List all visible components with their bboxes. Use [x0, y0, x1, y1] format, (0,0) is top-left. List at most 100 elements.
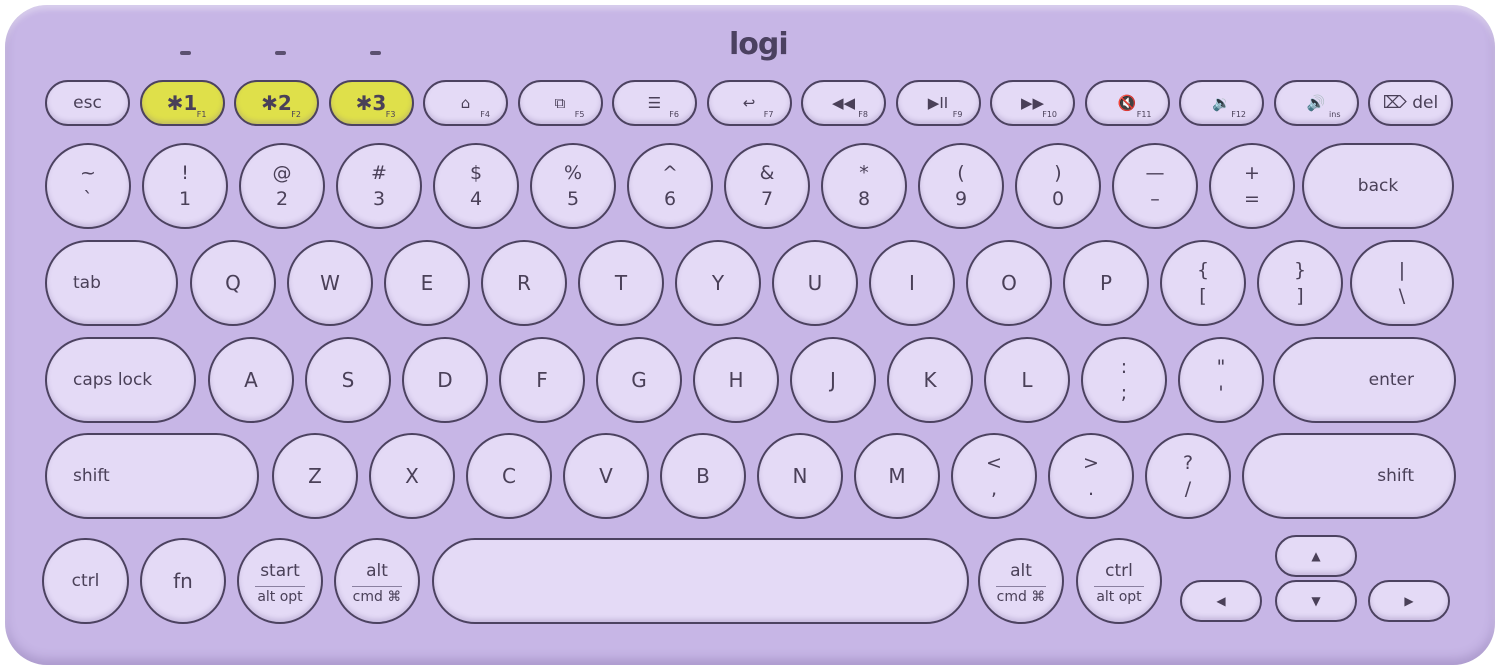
key-arrow-right[interactable]: ▶: [1368, 580, 1450, 622]
key-symbol[interactable]: " ': [1178, 337, 1264, 423]
key-ctrl[interactable]: ctrl: [42, 538, 129, 624]
key-esc[interactable]: esc: [45, 80, 130, 126]
key-j[interactable]: J: [790, 337, 876, 423]
key-symbol[interactable]: 🔇 F11: [1084, 80, 1170, 126]
key-alt-opt[interactable]: ctrl alt opt: [1076, 538, 1162, 624]
key-z[interactable]: Z: [272, 433, 358, 519]
key-c[interactable]: C: [466, 433, 552, 519]
key-e[interactable]: E: [384, 240, 470, 326]
key-l[interactable]: L: [984, 337, 1070, 423]
key-9[interactable]: (9: [918, 143, 1004, 229]
key-b[interactable]: B: [660, 433, 746, 519]
key-7[interactable]: & 7: [724, 143, 810, 229]
key-t[interactable]: T: [578, 240, 664, 326]
fast-forward-icon: ▶▶: [1020, 94, 1045, 112]
key-5[interactable]: % 5: [530, 143, 616, 229]
key-h[interactable]: H: [693, 337, 779, 423]
key-s[interactable]: S: [305, 337, 391, 423]
key-label: T: [614, 271, 628, 295]
key-symbol[interactable]: — –: [1112, 143, 1198, 229]
key-symbol[interactable]: ☰ F6: [612, 80, 697, 126]
key-0[interactable]: ) 0: [1015, 143, 1101, 229]
key-symbol[interactable]: :;: [1081, 337, 1167, 423]
key-top-label: @: [272, 162, 292, 184]
key-back[interactable]: back: [1302, 143, 1454, 229]
key-label: G: [631, 368, 647, 392]
key-bottom-label: ;: [1120, 382, 1128, 404]
key-bottom-label: [: [1199, 285, 1207, 307]
key-symbol[interactable]: <,: [951, 433, 1037, 519]
key-arrow-up[interactable]: ▲: [1275, 535, 1357, 577]
key-r[interactable]: R: [481, 240, 567, 326]
key-1[interactable]: ! 1: [142, 143, 228, 229]
key-2[interactable]: ✱2 F2: [234, 80, 319, 126]
key-w[interactable]: W: [287, 240, 373, 326]
key-shift[interactable]: shift: [1242, 433, 1456, 519]
key-symbol[interactable]: ~ `: [45, 143, 131, 229]
key-space[interactable]: [432, 538, 969, 624]
key-v[interactable]: V: [563, 433, 649, 519]
key-m[interactable]: M: [854, 433, 940, 519]
key-a[interactable]: A: [208, 337, 294, 423]
key-4[interactable]: $4: [433, 143, 519, 229]
key-symbol[interactable]: ▶▶ F10: [990, 80, 1075, 126]
key-bottom-label: =: [1244, 188, 1260, 210]
key-symbol[interactable]: {[: [1160, 240, 1246, 326]
key-6[interactable]: ^ 6: [627, 143, 713, 229]
key-symbol[interactable]: | \: [1350, 240, 1454, 326]
key-symbol[interactable]: 🔊 ins: [1273, 80, 1359, 126]
key-k[interactable]: K: [887, 337, 973, 423]
key-label: ⌦ del: [1382, 93, 1439, 113]
key-del[interactable]: ⌦ del: [1368, 80, 1453, 126]
key-symbol[interactable]: ? /: [1145, 433, 1231, 519]
key-symbol[interactable]: ⌂ F4: [423, 80, 508, 126]
key-cmd[interactable]: alt cmd ⌘: [978, 538, 1064, 624]
key-symbol[interactable]: }]: [1257, 240, 1343, 326]
key-o[interactable]: O: [966, 240, 1052, 326]
key-cmd[interactable]: alt cmd ⌘: [334, 538, 420, 624]
key-bottom-label: 9: [954, 188, 968, 210]
key-fn[interactable]: fn: [140, 538, 226, 624]
key-symbol[interactable]: + =: [1209, 143, 1295, 229]
key-d[interactable]: D: [402, 337, 488, 423]
key-bottom-label: alt opt: [1096, 588, 1142, 605]
key-1[interactable]: ✱1 F1: [139, 80, 225, 126]
key-shift[interactable]: shift: [45, 433, 259, 519]
key-label: P: [1099, 271, 1113, 295]
key-caps-lock[interactable]: caps lock: [45, 337, 196, 423]
key-alt-opt[interactable]: start alt opt: [237, 538, 323, 624]
key-symbol[interactable]: >.: [1048, 433, 1134, 519]
key-u[interactable]: U: [772, 240, 858, 326]
volume-down-icon: 🔉: [1212, 94, 1231, 112]
key-3[interactable]: ✱3 F3: [328, 80, 414, 126]
key-arrow-left[interactable]: ◀: [1180, 580, 1262, 622]
key-f[interactable]: F: [499, 337, 585, 423]
key-label: Y: [711, 271, 725, 295]
key-arrow-down[interactable]: ▼: [1275, 580, 1357, 622]
key-bottom-label: \: [1398, 285, 1406, 307]
key-symbol[interactable]: ◀◀ F8: [801, 80, 886, 126]
key-8[interactable]: * 8: [821, 143, 907, 229]
key-q[interactable]: Q: [190, 240, 276, 326]
key-y[interactable]: Y: [675, 240, 761, 326]
key-bottom-label: 1: [178, 188, 192, 210]
key-top-label: ": [1216, 356, 1226, 378]
key-x[interactable]: X: [369, 433, 455, 519]
key-enter[interactable]: enter: [1273, 337, 1456, 423]
fn-label: F9: [952, 110, 963, 119]
key-label: ✱1: [166, 91, 198, 115]
key-symbol[interactable]: 🔉 F12: [1179, 80, 1264, 126]
key-tab[interactable]: tab: [45, 240, 178, 326]
fn-label: F5: [574, 110, 585, 119]
key-symbol[interactable]: ↩ F7: [706, 80, 792, 126]
key-3[interactable]: #3: [336, 143, 422, 229]
key-ii[interactable]: ▶II F9: [895, 80, 981, 126]
key-n[interactable]: N: [757, 433, 843, 519]
divider: [1094, 585, 1144, 587]
key-symbol[interactable]: ⧉ F5: [517, 80, 603, 126]
key-i[interactable]: I: [869, 240, 955, 326]
key-p[interactable]: P: [1063, 240, 1149, 326]
key-2[interactable]: @2: [239, 143, 325, 229]
key-g[interactable]: G: [596, 337, 682, 423]
fn-label: F6: [669, 110, 679, 119]
